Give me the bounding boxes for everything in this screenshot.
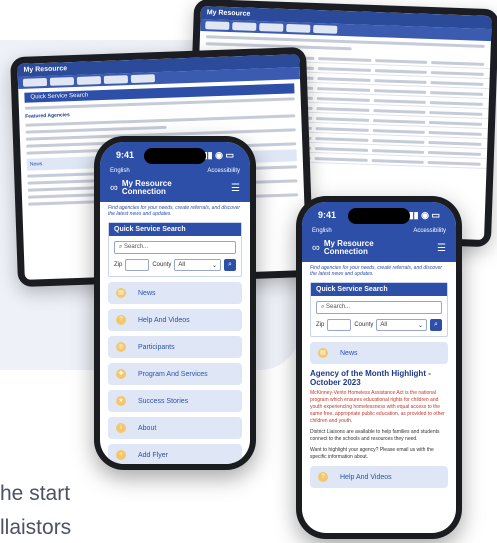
tagline: Find agencies for your needs, create ref… [108, 205, 241, 217]
menu-item-news[interactable]: ▤ News [310, 342, 448, 364]
brand: ∞ My Resource Connection ☰ [302, 236, 456, 262]
article-title: Agency of the Month Highlight - October … [310, 369, 431, 387]
quick-search: Quick Service Search ⌕ Search... Zip Cou… [108, 222, 242, 277]
menu-item-flyer[interactable]: + Add Flyer [108, 444, 242, 464]
language-select[interactable]: English [312, 228, 332, 234]
search-placeholder: Search... [326, 304, 351, 310]
menu-item-help[interactable]: ? Help And Videos [310, 466, 448, 488]
county-label: County [354, 322, 374, 328]
language-bar: English Accessibility [100, 166, 250, 176]
dynamic-island [144, 148, 206, 164]
menu-item-participants[interactable]: ◎ Participants [108, 336, 242, 358]
background-text-line2: llaistors [0, 516, 72, 539]
help-icon: ? [318, 472, 328, 482]
tagline: Find agencies for your needs, create ref… [310, 265, 443, 277]
quick-search: Quick Service Search ⌕ Search... Zip Cou… [310, 282, 448, 337]
zip-label: Zip [316, 322, 325, 328]
chevron-down-icon: ⌄ [211, 263, 217, 269]
county-select[interactable]: All ⌄ [174, 259, 221, 271]
tablet-front-logo: My Resource [23, 65, 68, 74]
signal-icon: ▮▮ ◉ ▭ [202, 150, 234, 160]
article-body-1: McKinney-Vento Homeless Assistance Act i… [310, 390, 445, 424]
zip-label: Zip [114, 262, 123, 268]
menu-icon[interactable]: ☰ [437, 243, 446, 254]
article: Agency of the Month Highlight - October … [310, 369, 448, 461]
article-body-3: Want to highlight your agency? Please em… [310, 447, 434, 460]
zip-county-row: Zip County All ⌄ ⌕ [109, 259, 241, 276]
logo-icon: ∞ [110, 182, 118, 194]
brand-name-line2: Connection [323, 247, 368, 256]
search-placeholder: Search... [124, 244, 149, 250]
accessibility-link[interactable]: Accessibility [207, 168, 240, 174]
quick-search-title: Quick Service Search [311, 283, 447, 296]
news-icon: ▤ [116, 288, 126, 298]
menu-item-about[interactable]: i About [108, 417, 242, 439]
menu-item-news[interactable]: ▤ News [108, 282, 242, 304]
phone-right-screen: 9:41 ▮▮ ◉ ▭ English Accessibility ∞ My Res… [302, 202, 456, 533]
brand-name-line2: Connection [121, 187, 166, 196]
program-icon: ✚ [116, 369, 126, 379]
language-select[interactable]: English [110, 168, 130, 174]
stories-icon: ★ [116, 396, 126, 406]
dynamic-island [348, 208, 410, 224]
menu-item-help[interactable]: ? Help And Videos [108, 309, 242, 331]
accessibility-link[interactable]: Accessibility [413, 228, 446, 234]
menu-item-stories[interactable]: ★ Success Stories [108, 390, 242, 412]
phone-main: 9:41 ▮▮ ◉ ▭ English Accessibility ∞ My Res… [94, 136, 256, 470]
zip-input[interactable] [125, 259, 150, 271]
background-text-line1: he start [0, 482, 71, 505]
participants-icon: ◎ [116, 342, 126, 352]
phone-right: 9:41 ▮▮ ◉ ▭ English Accessibility ∞ My Res… [296, 196, 462, 539]
phone-right-header: 9:41 ▮▮ ◉ ▭ English Accessibility ∞ My Res… [302, 202, 456, 262]
status-time: 9:41 [318, 210, 337, 220]
status-time: 9:41 [116, 150, 135, 160]
zip-county-row: Zip County All ⌄ ⌕ [311, 319, 447, 336]
zip-input[interactable] [327, 319, 352, 331]
menu-item-program[interactable]: ✚ Program And Services [108, 363, 242, 385]
search-button[interactable]: ⌕ [430, 319, 442, 331]
flyer-icon: + [116, 450, 126, 460]
search-input[interactable]: ⌕ Search... [114, 241, 236, 254]
chevron-down-icon: ⌄ [417, 323, 423, 329]
phone-main-screen: 9:41 ▮▮ ◉ ▭ English Accessibility ∞ My Res… [100, 142, 250, 464]
menu-icon[interactable]: ☰ [231, 183, 240, 194]
language-bar: English Accessibility [302, 226, 456, 236]
tablet-back-logo: My Resource [206, 9, 251, 18]
logo-icon: ∞ [312, 242, 320, 254]
county-select[interactable]: All ⌄ [376, 319, 427, 331]
news-icon: ▤ [318, 348, 328, 358]
article-body-2: District Liaisons are available to help … [310, 429, 440, 442]
search-input[interactable]: ⌕ Search... [316, 301, 442, 314]
county-label: County [152, 262, 172, 268]
quick-search-title: Quick Service Search [109, 223, 241, 236]
phone-main-header: 9:41 ▮▮ ◉ ▭ English Accessibility ∞ My Res… [100, 142, 250, 202]
about-icon: i [116, 423, 126, 433]
signal-icon: ▮▮ ◉ ▭ [408, 210, 440, 220]
brand: ∞ My Resource Connection ☰ [100, 176, 250, 202]
help-icon: ? [116, 315, 126, 325]
search-button[interactable]: ⌕ [224, 259, 236, 271]
